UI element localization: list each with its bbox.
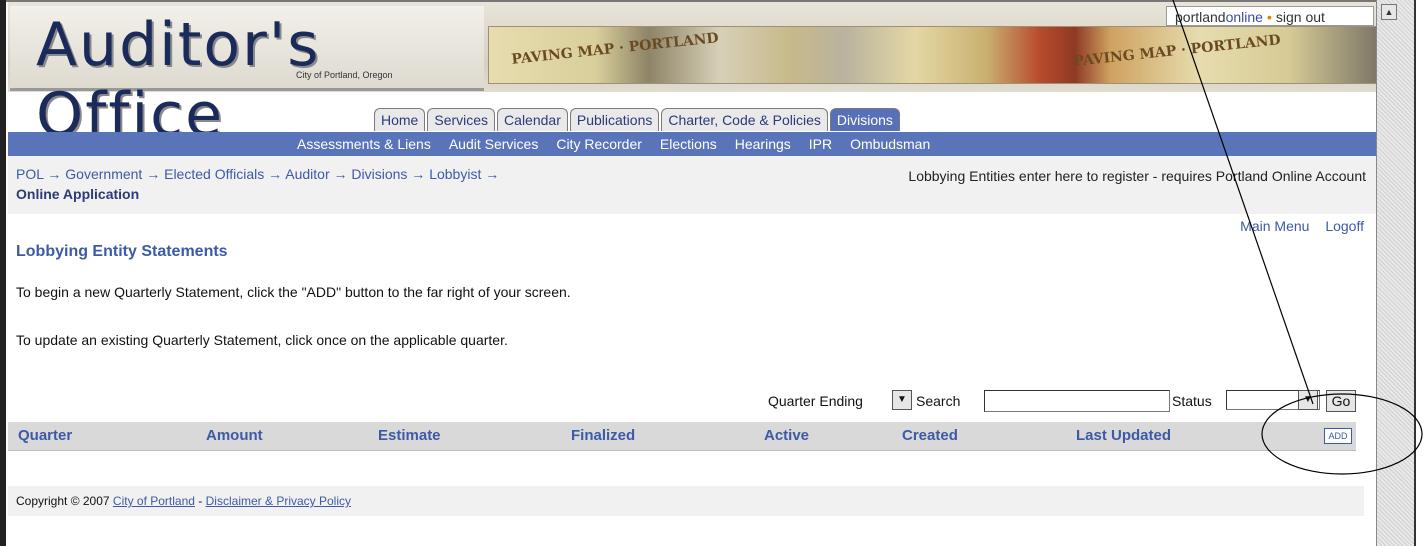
main-menu-link[interactable]: Main Menu (1240, 218, 1309, 234)
add-statement-button[interactable]: ADD (1324, 428, 1352, 444)
breadcrumb-current: Online Application (16, 186, 140, 202)
dropdown-arrow-icon: ▼ (897, 394, 907, 405)
tab-home[interactable]: Home (374, 108, 426, 131)
column-header-estimate[interactable]: Estimate (378, 427, 441, 444)
quarter-ending-label: Quarter Ending (768, 393, 863, 409)
subnav-elections[interactable]: Elections (651, 132, 726, 156)
header-banner: Auditor's Office City of Portland, Orego… (8, 2, 1376, 150)
tab-services[interactable]: Services (427, 108, 496, 131)
breadcrumb-item-pol[interactable]: POL (16, 166, 44, 182)
dropdown-arrow-icon: ▼ (1303, 394, 1313, 405)
instruction-new-statement: To begin a new Quarterly Statement, clic… (16, 284, 571, 300)
column-header-created[interactable]: Created (902, 427, 958, 444)
quarter-ending-dropdown[interactable]: ▼ (892, 390, 912, 410)
scroll-up-arrow-icon[interactable]: ▲ (1381, 4, 1397, 20)
tab-publications[interactable]: Publications (569, 108, 660, 131)
column-header-quarter[interactable]: Quarter (18, 427, 72, 444)
column-header-amount[interactable]: Amount (206, 427, 263, 444)
page-footer: Copyright © 2007 City of Portland - Disc… (8, 486, 1364, 516)
breadcrumb-item-elected-officials[interactable]: Elected Officials (164, 166, 264, 182)
breadcrumb: POL → Government → Elected Officials → A… (16, 166, 499, 182)
subnav-hearings[interactable]: Hearings (726, 132, 800, 156)
instruction-update-statement: To update an existing Quarterly Statemen… (16, 332, 508, 348)
window-left-border (0, 0, 6, 546)
portal-name-prefix[interactable]: portland (1175, 9, 1226, 25)
breadcrumb-arrow: → (146, 166, 161, 182)
vertical-scrollbar[interactable]: ▲ (1376, 0, 1415, 546)
status-label: Status (1172, 393, 1212, 409)
status-dropdown-button[interactable]: ▼ (1298, 390, 1318, 410)
header-collage-image: PAVING MAP · PORTLAND PAVING MAP · PORTL… (488, 26, 1376, 84)
subnav-ombudsman[interactable]: Ombudsman (841, 132, 939, 156)
menu-links: Main Menu Logoff (1228, 218, 1364, 234)
main-tabs: Home Services Calendar Publications Char… (374, 108, 902, 132)
column-header-finalized[interactable]: Finalized (571, 427, 635, 444)
footer-separator: - (198, 494, 203, 508)
column-header-active[interactable]: Active (764, 427, 809, 444)
collage-map-label-left: PAVING MAP · PORTLAND (510, 30, 720, 68)
column-header-last-updated[interactable]: Last Updated (1076, 427, 1171, 444)
subnav-assessments-liens[interactable]: Assessments & Liens (288, 132, 440, 156)
subnav-ipr[interactable]: IPR (800, 132, 841, 156)
auditor-logo[interactable]: Auditor's Office City of Portland, Orego… (10, 6, 484, 150)
breadcrumb-arrow: → (268, 166, 283, 182)
statements-table-header: Quarter Amount Estimate Finalized Active… (8, 422, 1356, 451)
city-of-portland-link[interactable]: City of Portland (113, 494, 195, 508)
search-input[interactable] (984, 390, 1170, 412)
subnav-city-recorder[interactable]: City Recorder (547, 132, 651, 156)
breadcrumb-area: POL → Government → Elected Officials → A… (8, 156, 1376, 214)
search-label: Search (916, 393, 961, 409)
breadcrumb-item-government[interactable]: Government (65, 166, 142, 182)
tab-calendar[interactable]: Calendar (497, 108, 568, 131)
breadcrumb-arrow: → (333, 166, 348, 182)
sign-out-link[interactable]: sign out (1276, 9, 1325, 25)
disclaimer-privacy-link[interactable]: Disclaimer & Privacy Policy (206, 494, 351, 508)
breadcrumb-arrow: → (411, 166, 426, 182)
breadcrumb-item-divisions[interactable]: Divisions (351, 166, 407, 182)
collage-map-label-right: PAVING MAP · PORTLAND (1072, 32, 1282, 70)
separator-dot: • (1266, 9, 1272, 25)
tab-divisions[interactable]: Divisions (829, 108, 900, 131)
register-link[interactable]: Lobbying Entities enter here to register… (846, 166, 1366, 186)
portal-name-suffix[interactable]: online (1226, 9, 1263, 25)
division-subnav: Assessments & Liens Audit Services City … (8, 132, 1376, 156)
go-button[interactable]: Go (1326, 390, 1356, 412)
breadcrumb-item-auditor[interactable]: Auditor (285, 166, 329, 182)
page-title: Lobbying Entity Statements (16, 243, 228, 260)
window-right-border (1414, 0, 1424, 546)
breadcrumb-item-lobbyist[interactable]: Lobbyist (429, 166, 481, 182)
subnav-audit-services[interactable]: Audit Services (440, 132, 547, 156)
tab-charter-code-policies[interactable]: Charter, Code & Policies (661, 108, 828, 131)
copyright-text: Copyright © 2007 (16, 494, 110, 508)
portal-links: portlandonline • sign out (1166, 6, 1374, 26)
browser-viewport: Auditor's Office City of Portland, Orego… (8, 2, 1376, 546)
logo-subtitle: City of Portland, Oregon (296, 70, 393, 80)
breadcrumb-arrow: → (47, 166, 62, 182)
breadcrumb-arrow: → (485, 166, 500, 182)
logoff-link[interactable]: Logoff (1325, 218, 1364, 234)
